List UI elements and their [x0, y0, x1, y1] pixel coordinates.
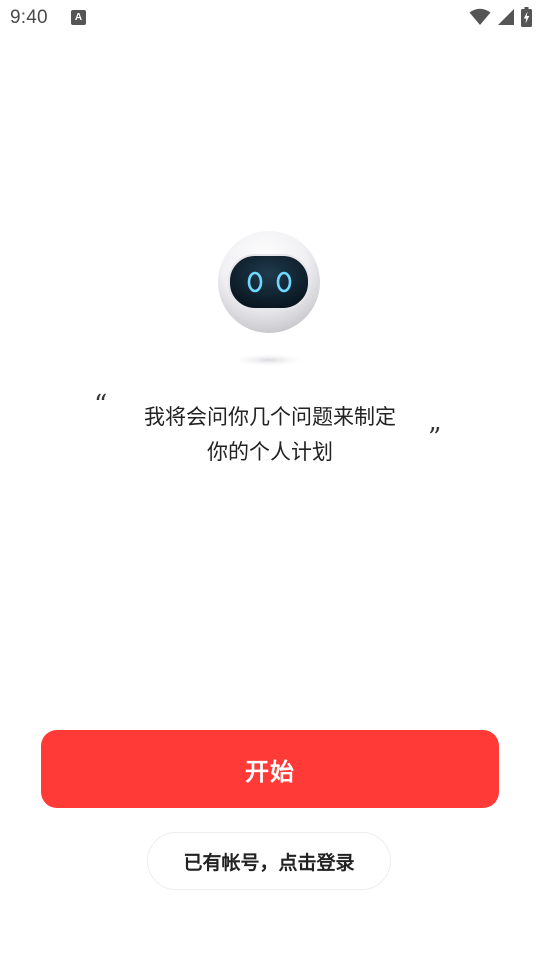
status-icons: [469, 6, 532, 28]
status-bar: 9:40 A: [0, 0, 540, 36]
robot-mascot-icon: [216, 230, 322, 370]
wifi-icon: [469, 8, 491, 25]
close-quote-mark: ”: [428, 423, 442, 453]
start-button-label: 开始: [245, 757, 295, 786]
intro-message-line-2: 你的个人计划: [207, 440, 333, 464]
login-button[interactable]: 已有帐号，点击登录: [147, 832, 391, 890]
cellular-signal-icon: [498, 9, 514, 25]
intro-message-line-1: 我将会问你几个问题来制定: [144, 405, 396, 429]
start-button[interactable]: 开始: [41, 730, 499, 808]
intro-message: 我将会问你几个问题来制定 你的个人计划: [110, 400, 430, 470]
notification-a-icon: A: [71, 10, 86, 25]
status-time: 9:40: [10, 7, 48, 28]
open-quote-mark: “: [94, 390, 108, 420]
login-button-label: 已有帐号，点击登录: [183, 851, 355, 874]
battery-charging-icon: [521, 7, 532, 27]
onboarding-screen: 9:40 A “ 我将会问你几个问题来制定 你的个人计划 ” 开始 已有帐号，点…: [0, 0, 540, 960]
